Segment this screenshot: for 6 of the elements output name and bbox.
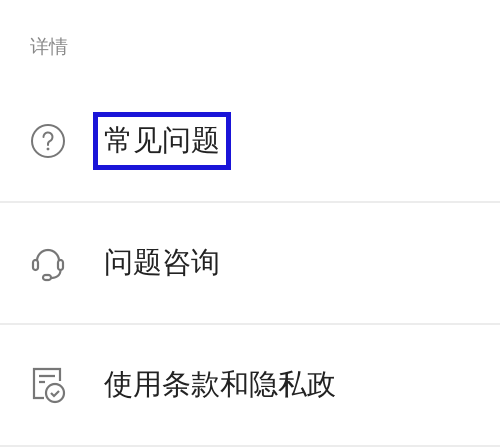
document-check-icon [30,365,66,405]
menu-item-label[interactable]: 使用条款和隐私政 [93,356,347,414]
menu-item-label[interactable]: 问题咨询 [93,234,231,292]
section-title: 详情 [29,35,69,60]
help-icon [30,123,66,159]
menu-item-label[interactable]: 常见问题 [93,112,231,170]
